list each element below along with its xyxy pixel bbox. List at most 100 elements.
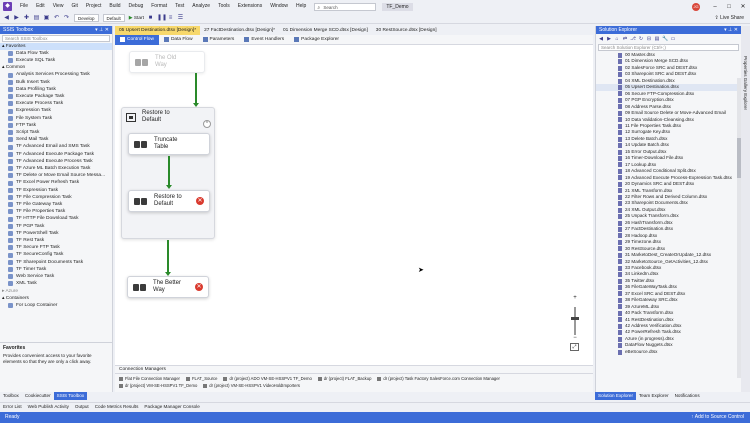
collapse-icon[interactable]: ⌃: [203, 120, 211, 128]
solution-bottom-tab[interactable]: Notifications: [672, 392, 703, 400]
menu-item-project[interactable]: Project: [82, 0, 106, 13]
common-item[interactable]: TF SecureConfig Task: [0, 251, 112, 258]
connection-manager-item[interactable]: FLAT_Source: [185, 375, 217, 382]
side-tab-properties[interactable]: Properties Gallery Explorer: [742, 56, 749, 110]
connection-manager-item[interactable]: Flat File Connection Manager: [119, 375, 180, 382]
zoom-in-icon[interactable]: +: [571, 295, 579, 301]
stop-icon[interactable]: ■: [147, 15, 154, 22]
menu-item-tools[interactable]: Tools: [214, 0, 234, 13]
switch-views-icon[interactable]: ⇄: [622, 36, 628, 42]
favorites-group[interactable]: ▴ Favorites: [0, 43, 112, 50]
menu-item-debug[interactable]: Debug: [125, 0, 148, 13]
git-icon[interactable]: ⎇: [630, 36, 636, 42]
common-item[interactable]: TF PowerShell Task: [0, 230, 112, 237]
avatar[interactable]: JG: [692, 2, 700, 11]
back-icon[interactable]: ◀: [3, 15, 10, 22]
configuration-select[interactable]: Develop: [74, 14, 99, 22]
menu-item-help[interactable]: Help: [292, 0, 310, 13]
fit-to-window-icon[interactable]: ⤢: [570, 343, 579, 351]
pin-icon[interactable]: ▾ ⊥ ✕: [95, 26, 109, 34]
azure-group[interactable]: ▸ Azure: [0, 288, 112, 295]
output-tab[interactable]: Package Manager Console: [141, 403, 202, 411]
toolbox-bottom-tab[interactable]: SSIS Toolbox: [53, 392, 88, 400]
common-item[interactable]: TF HTTP File Download Task: [0, 215, 112, 222]
zoom-slider-track[interactable]: [574, 307, 576, 335]
common-item[interactable]: TF Advanced Email and SMS Task: [0, 143, 112, 150]
menu-item-view[interactable]: View: [49, 0, 68, 13]
output-tab[interactable]: Output: [72, 403, 92, 411]
connection-manager-item[interactable]: dr (project) VM-SE-HSSPV1 VideoHoldImpor…: [203, 382, 300, 389]
designer-tab-data-flow[interactable]: Data Flow: [159, 35, 198, 45]
common-item[interactable]: TF Advanced Execute Process Task: [0, 158, 112, 165]
menu-item-extensions[interactable]: Extensions: [234, 0, 266, 13]
toolbox-search-input[interactable]: Search SSIS Toolbox: [2, 35, 110, 42]
menu-item-build[interactable]: Build: [105, 0, 124, 13]
common-item[interactable]: Analysis Services Processing Task: [0, 71, 112, 78]
common-item[interactable]: XML Task: [0, 280, 112, 287]
home-icon[interactable]: ⌂: [614, 36, 620, 42]
output-tab[interactable]: Web Publish Activity: [25, 403, 72, 411]
designer-tab-event-handlers[interactable]: Event Handlers: [239, 35, 289, 45]
designer-tab-package-explorer[interactable]: Package Explorer: [289, 35, 344, 45]
common-item[interactable]: Script Task: [0, 129, 112, 136]
common-item[interactable]: TF Azure ML Batch Execution Task: [0, 165, 112, 172]
solution-bottom-tab[interactable]: Solution Explorer: [595, 392, 636, 400]
task-the-old-way[interactable]: The Old Way: [129, 51, 205, 73]
menu-item-window[interactable]: Window: [266, 0, 292, 13]
connection-manager-item[interactable]: dr (project) VM-SE-HSSPV1 TF_Demo: [119, 382, 197, 389]
common-item[interactable]: TF Excel Power Refresh Task: [0, 179, 112, 186]
common-item[interactable]: Execute Package Task: [0, 93, 112, 100]
pause-icon[interactable]: ❚❚: [157, 15, 167, 22]
menu-item-format[interactable]: Format: [147, 0, 171, 13]
comment-icon[interactable]: ☰: [177, 15, 184, 22]
control-flow-canvas[interactable]: The Old Way Restore to Default ⌃ Truncat…: [115, 45, 593, 365]
sequence-container-restore[interactable]: Restore to Default ⌃ Truncate Table Rest…: [121, 107, 215, 239]
task-truncate-table[interactable]: Truncate Table: [128, 133, 210, 155]
new-project-icon[interactable]: ✚: [23, 15, 30, 22]
menu-item-analyze[interactable]: Analyze: [188, 0, 214, 13]
toolbox-bottom-tab[interactable]: Toolbox: [0, 392, 22, 400]
zoom-slider-thumb[interactable]: [571, 317, 579, 320]
save-icon[interactable]: ▣: [43, 15, 50, 22]
common-group[interactable]: ▴ Common: [0, 64, 112, 71]
task-restore-to-default[interactable]: Restore to Default ✕: [128, 190, 210, 212]
common-item[interactable]: Execute Process Task: [0, 100, 112, 107]
connection-manager-item[interactable]: dr (project) ADO VM-SE-HSSPV1 TF_Demo: [223, 375, 312, 382]
connection-manager-item[interactable]: dr (project) Task Factory SalesForce.com…: [377, 375, 500, 382]
output-tab[interactable]: Error List: [0, 403, 25, 411]
solution-bottom-tab[interactable]: Team Explorer: [636, 392, 672, 400]
menu-item-test[interactable]: Test: [171, 0, 188, 13]
common-item[interactable]: TF File Compression Task: [0, 194, 112, 201]
common-item[interactable]: TF Delete or Move Email Source Messa...: [0, 172, 112, 179]
connection-managers-tab[interactable]: Connection Managers: [115, 366, 593, 374]
common-item[interactable]: TF File Properties Task: [0, 208, 112, 215]
menu-item-git[interactable]: Git: [67, 0, 81, 13]
refresh-icon[interactable]: ↻: [638, 36, 644, 42]
common-item[interactable]: TF Advanced Execute Package Task: [0, 151, 112, 158]
common-item[interactable]: Web Service Task: [0, 273, 112, 280]
common-item[interactable]: Expression Task: [0, 107, 112, 114]
toolbox-bottom-tab[interactable]: Cookiecutter: [22, 392, 54, 400]
menu-item-edit[interactable]: Edit: [32, 0, 49, 13]
favorites-item[interactable]: Execute SQL Task: [0, 57, 112, 64]
task-the-better-way[interactable]: The Better Way ✕: [127, 276, 209, 298]
back-icon[interactable]: ◀: [598, 36, 604, 42]
maximize-icon[interactable]: □: [722, 4, 736, 10]
output-tab[interactable]: Code Metrics Results: [92, 403, 142, 411]
precedence-arrow-3[interactable]: [165, 240, 171, 276]
common-item[interactable]: TF File Gateway Task: [0, 201, 112, 208]
search-input[interactable]: ⌕ Search: [314, 2, 377, 11]
designer-tab-control-flow[interactable]: Control Flow: [115, 34, 159, 45]
platform-select[interactable]: Default: [102, 14, 125, 22]
precedence-arrow-2[interactable]: [166, 156, 172, 189]
common-item[interactable]: TF Expression Task: [0, 187, 112, 194]
common-item[interactable]: Bulk Insert Task: [0, 79, 112, 86]
zoom-control[interactable]: + − ⤢: [570, 295, 579, 355]
open-icon[interactable]: ▤: [33, 15, 40, 22]
connection-manager-item[interactable]: dr (project) FLAT_Backup: [317, 375, 371, 382]
common-item[interactable]: TF Timer Task: [0, 266, 112, 273]
common-item[interactable]: TF Secure FTP Task: [0, 244, 112, 251]
forward-icon[interactable]: ▶: [13, 15, 20, 22]
common-item[interactable]: TF Sharepoint Documents Task: [0, 259, 112, 266]
favorites-item[interactable]: Data Flow Task: [0, 50, 112, 57]
